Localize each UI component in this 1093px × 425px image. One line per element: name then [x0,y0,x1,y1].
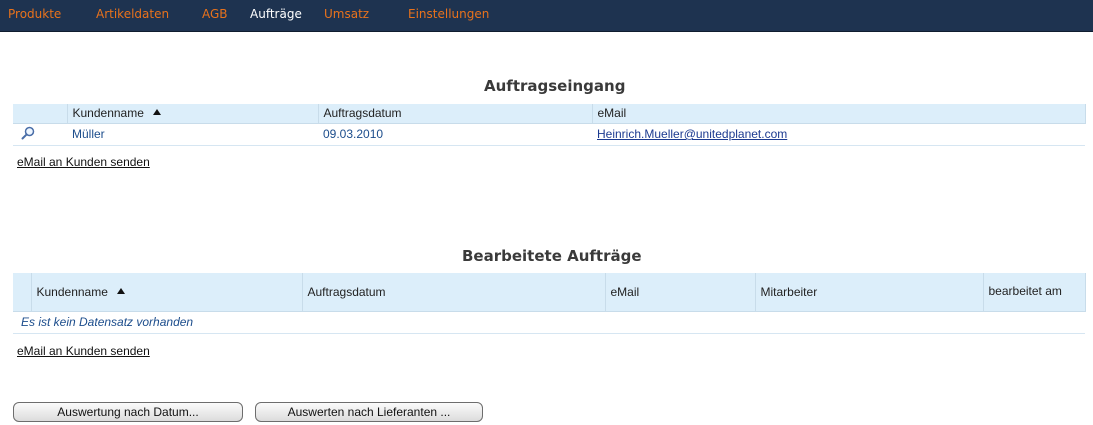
nav-item-umsatz[interactable]: Umsatz [324,7,369,21]
nav-item-agb[interactable]: AGB [202,7,228,21]
top-navigation-bar: Produkte Artikeldaten AGB Aufträge Umsat… [0,0,1093,32]
header-mitarbeiter[interactable]: Mitarbeiter [755,273,984,312]
header-auftragsdatum[interactable]: Auftragsdatum [318,104,593,124]
no-data-message: Es ist kein Datensatz vorhanden [21,315,194,329]
nav-item-einstellungen[interactable]: Einstellungen [408,7,489,21]
bearbeitete-auftraege-table: Kundenname Auftragsdatum eMail Mitarbeit… [13,273,1086,334]
sort-ascending-icon [152,109,161,116]
table-header-row: Kundenname Auftragsdatum eMail [13,104,1086,124]
table-header-row: Kundenname Auftragsdatum eMail Mitarbeit… [13,273,1086,312]
header-auftragsdatum[interactable]: Auftragsdatum [302,273,606,312]
cell-auftragsdatum: 09.03.2010 [318,123,592,146]
row-detail-cell[interactable] [13,123,67,146]
header-kundenname[interactable]: Kundenname [31,273,303,312]
evaluate-by-supplier-button[interactable]: Auswerten nach Lieferanten ... [255,402,483,422]
cell-kundenname: Müller [67,123,318,146]
header-kundenname-label: Kundenname [36,284,108,299]
table-row[interactable]: Müller 09.03.2010 Heinrich.Mueller@unite… [13,123,1085,146]
sort-ascending-icon [116,287,125,294]
section-title-bearbeitete-auftraege: Bearbeitete Aufträge [462,247,642,265]
evaluate-by-date-button[interactable]: Auswertung nach Datum... [13,402,243,422]
header-icon-cell [13,273,32,312]
header-bearbeitet-am[interactable]: bearbeitet am [983,273,1086,312]
header-email[interactable]: eMail [605,273,756,312]
header-kundenname-label: Kundenname [72,106,144,121]
header-icon-cell [13,104,68,124]
magnifier-icon[interactable] [21,126,35,140]
header-email[interactable]: eMail [592,104,1086,124]
nav-item-auftraege[interactable]: Aufträge [250,7,302,21]
auftragseingang-table: Kundenname Auftragsdatum eMail Müller 09… [13,104,1086,146]
send-email-link-2[interactable]: eMail an Kunden senden [17,344,150,358]
nav-item-artikeldaten[interactable]: Artikeldaten [96,7,169,21]
header-kundenname[interactable]: Kundenname [67,104,319,124]
nav-item-produkte[interactable]: Produkte [8,7,61,21]
section-title-auftragseingang: Auftragseingang [484,77,626,95]
empty-row: Es ist kein Datensatz vorhanden [13,311,1085,334]
cell-email-link[interactable]: Heinrich.Mueller@unitedplanet.com [597,127,787,141]
send-email-link-1[interactable]: eMail an Kunden senden [17,155,150,169]
